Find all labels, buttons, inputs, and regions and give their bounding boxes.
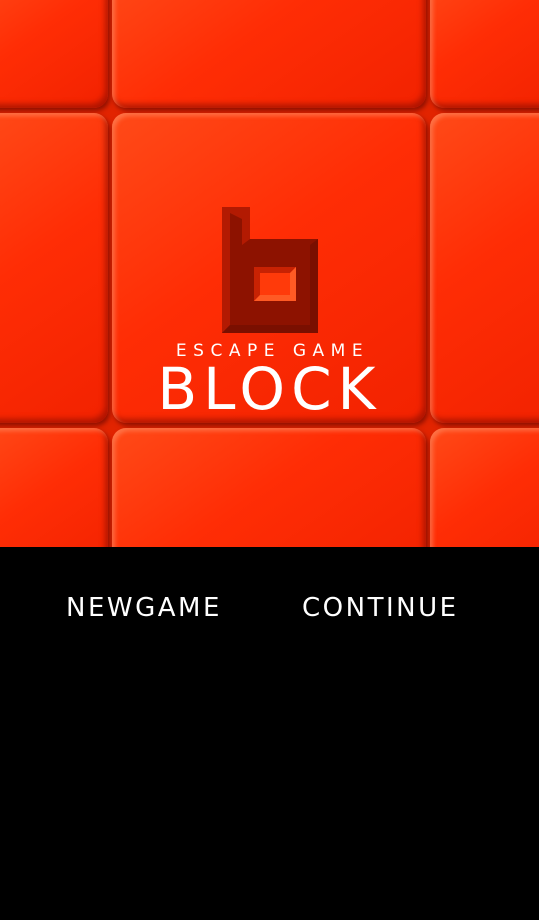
block-tile — [0, 0, 108, 108]
block-tile — [112, 0, 426, 108]
continue-button[interactable]: CONTINUE — [302, 590, 459, 626]
game-title: BLOCK — [157, 355, 382, 423]
game-screen: ESCAPE GAME BLOCK NEWGAME CONTINUE — [0, 0, 539, 920]
block-tile — [112, 428, 426, 547]
block-tile — [430, 0, 539, 108]
block-logo-icon — [222, 207, 318, 333]
block-tile — [0, 428, 108, 547]
block-tile — [430, 428, 539, 547]
new-game-button[interactable]: NEWGAME — [66, 590, 222, 626]
title-artwork: ESCAPE GAME BLOCK — [0, 0, 539, 547]
